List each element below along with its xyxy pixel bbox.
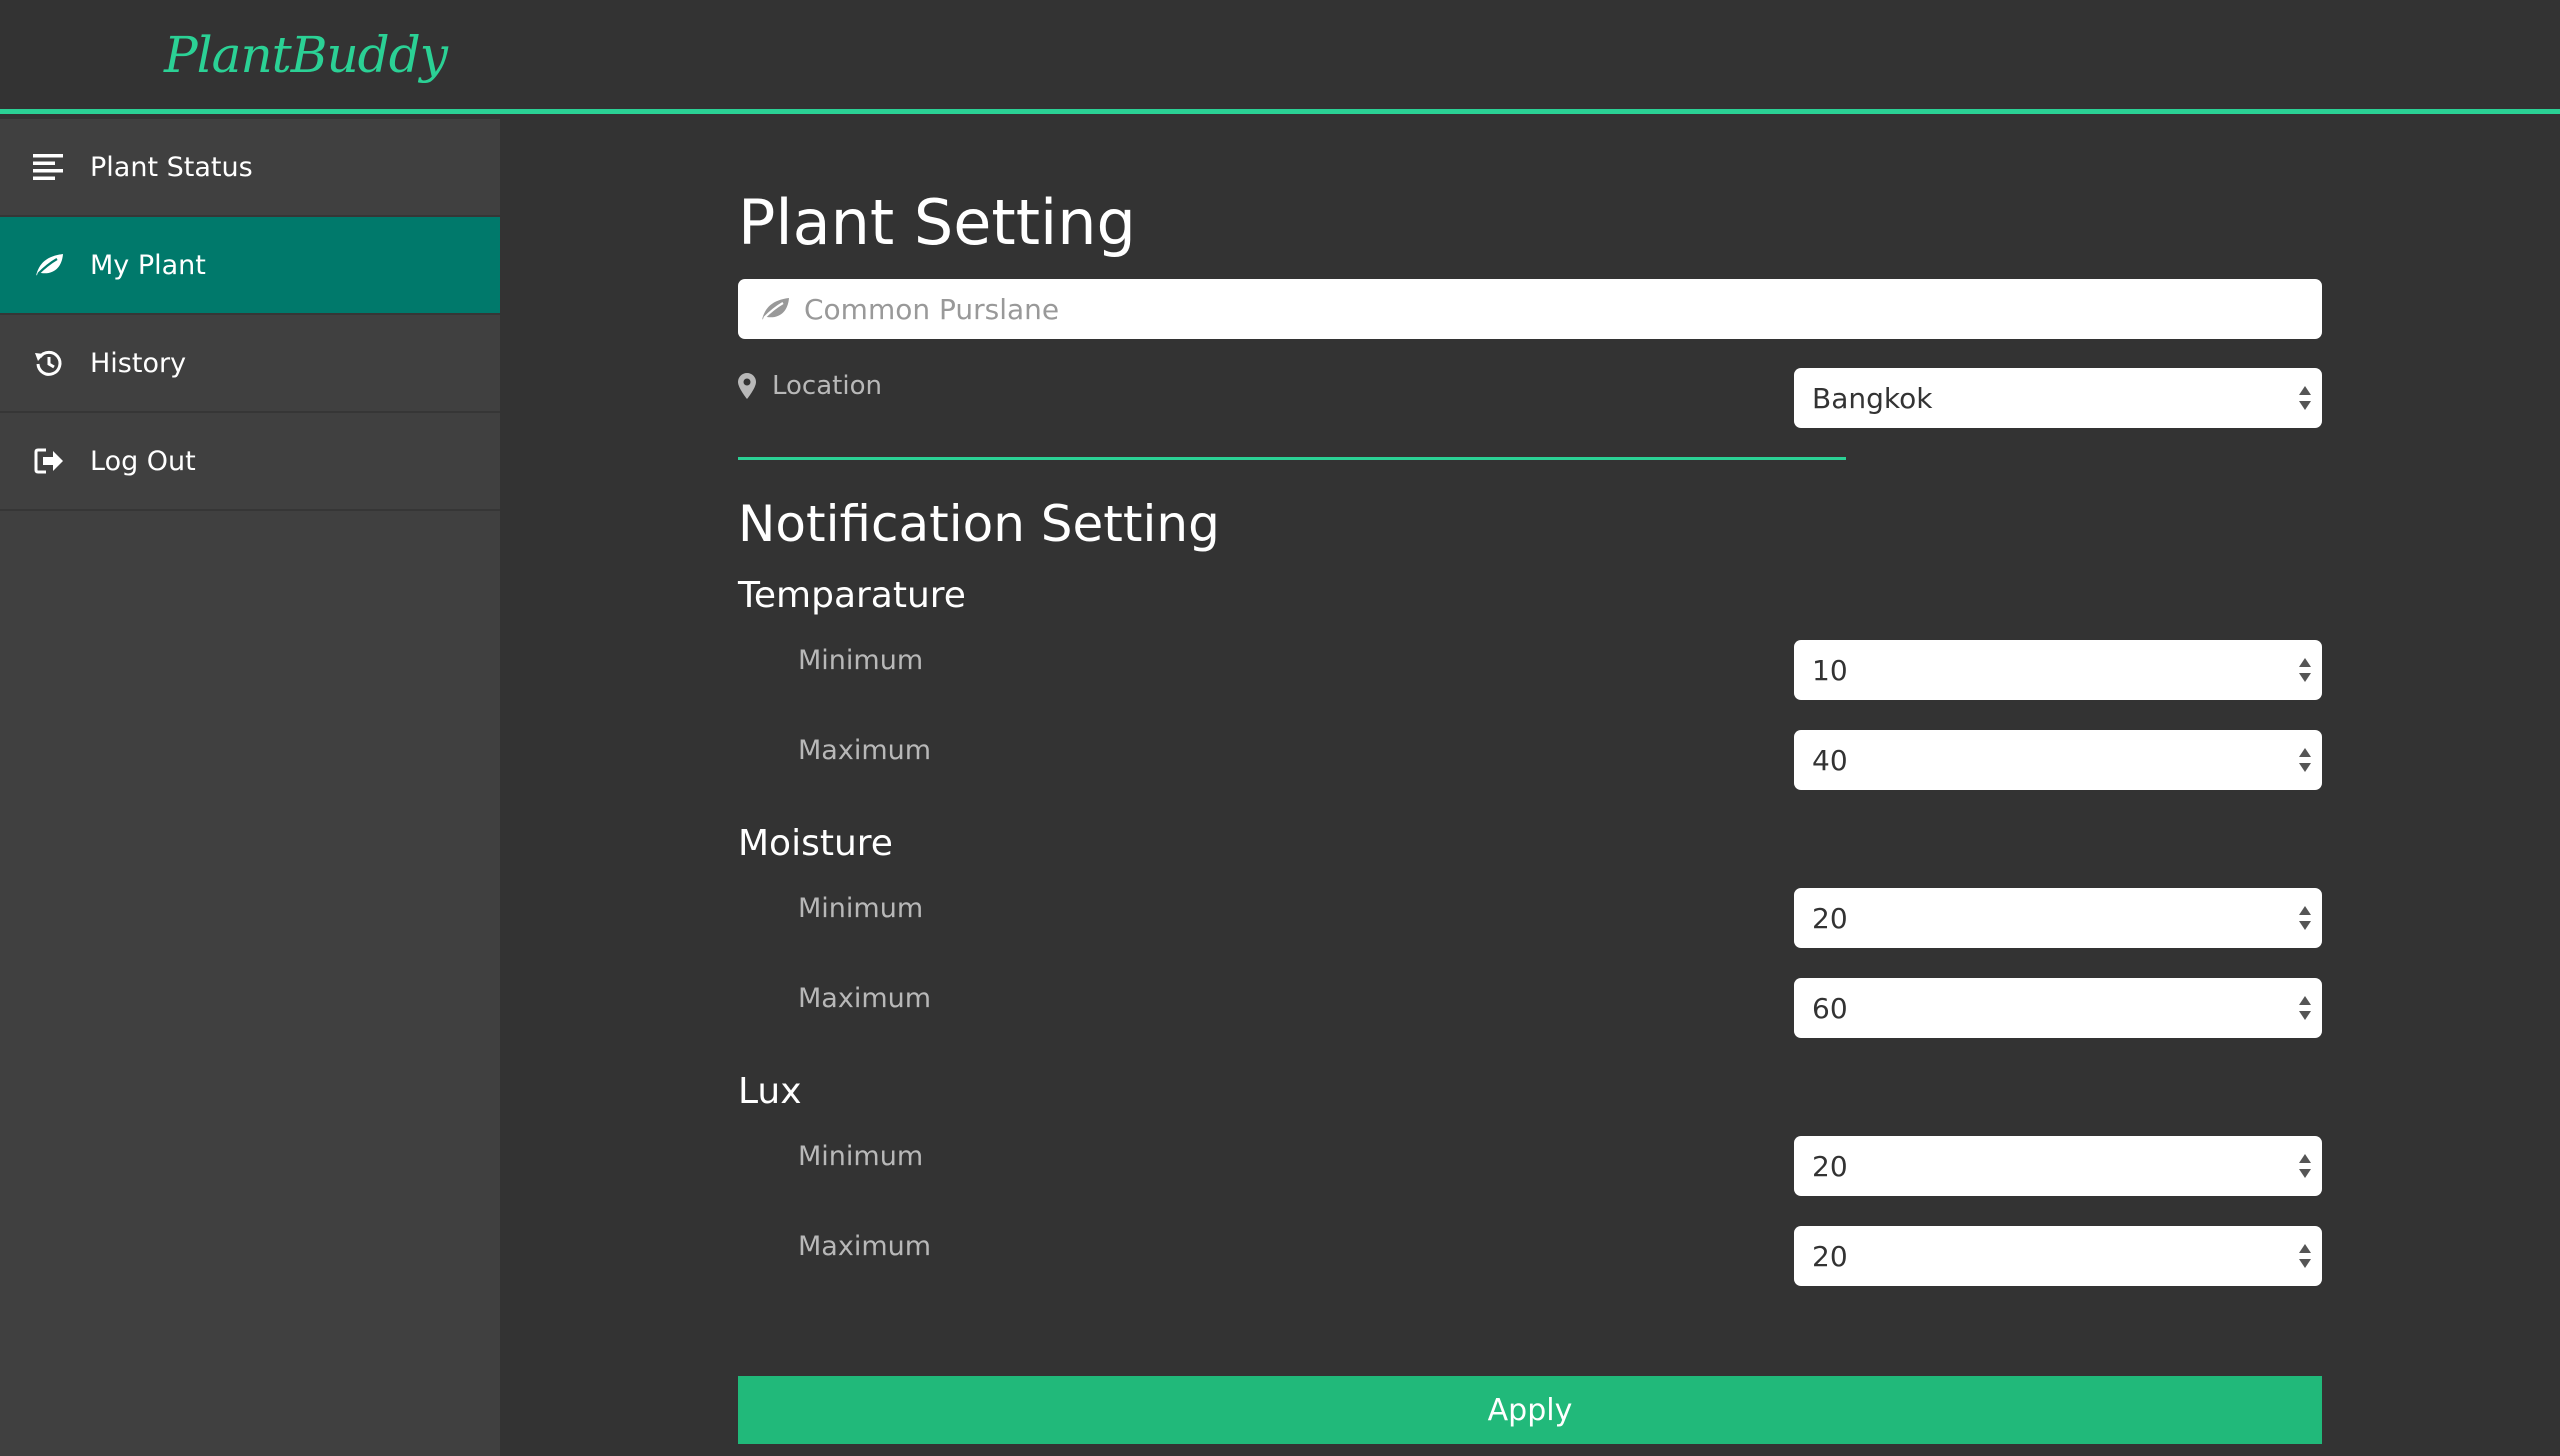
select-arrows-icon bbox=[2298, 1242, 2312, 1270]
sidebar-item-label: My Plant bbox=[90, 249, 206, 281]
select-arrows-icon bbox=[2298, 384, 2312, 412]
select-arrows-icon bbox=[2298, 656, 2312, 684]
lux-max-value: 20 bbox=[1812, 1239, 1848, 1273]
moisture-max-label: Maximum bbox=[798, 983, 932, 1014]
apply-button[interactable]: Apply bbox=[738, 1376, 2322, 1444]
top-bar: PlantBuddy bbox=[0, 0, 2560, 114]
section-divider bbox=[738, 457, 1846, 460]
page-title: Plant Setting bbox=[738, 186, 1136, 259]
plant-name-value: Common Purslane bbox=[804, 292, 1060, 326]
temperature-heading: Temparature bbox=[738, 575, 966, 616]
lux-min-select[interactable]: 20 bbox=[1794, 1136, 2322, 1196]
select-arrows-icon bbox=[2298, 746, 2312, 774]
moisture-min-label: Minimum bbox=[798, 893, 924, 924]
select-arrows-icon bbox=[2298, 1152, 2312, 1180]
sidebar-item-my-plant[interactable]: My Plant bbox=[0, 217, 500, 315]
sidebar-item-label: Log Out bbox=[90, 445, 196, 477]
location-select-value: Bangkok bbox=[1812, 381, 1933, 415]
sidebar-item-plant-status[interactable]: Plant Status bbox=[0, 119, 500, 217]
moisture-min-select[interactable]: 20 bbox=[1794, 888, 2322, 948]
lux-min-label: Minimum bbox=[798, 1141, 924, 1172]
history-icon bbox=[32, 346, 66, 380]
sidebar-item-log-out[interactable]: Log Out bbox=[0, 413, 500, 511]
leaf-icon bbox=[32, 248, 66, 282]
lux-heading: Lux bbox=[738, 1071, 802, 1112]
lux-max-label: Maximum bbox=[798, 1231, 932, 1262]
temperature-min-label: Minimum bbox=[798, 645, 924, 676]
sidebar-item-label: Plant Status bbox=[90, 151, 253, 183]
main-content: Plant Setting Common Purslane Location B… bbox=[500, 119, 2560, 1456]
moisture-heading: Moisture bbox=[738, 823, 893, 864]
map-marker-icon bbox=[738, 371, 760, 401]
align-left-icon bbox=[32, 150, 66, 184]
location-label: Location bbox=[738, 371, 882, 401]
notification-setting-title: Notification Setting bbox=[738, 495, 1220, 553]
lux-max-select[interactable]: 20 bbox=[1794, 1226, 2322, 1286]
moisture-min-value: 20 bbox=[1812, 901, 1848, 935]
moisture-max-select[interactable]: 60 bbox=[1794, 978, 2322, 1038]
plant-name-field[interactable]: Common Purslane bbox=[738, 279, 2322, 339]
select-arrows-icon bbox=[2298, 904, 2312, 932]
sidebar-item-label: History bbox=[90, 347, 187, 379]
location-label-text: Location bbox=[772, 371, 882, 401]
leaf-icon bbox=[758, 292, 792, 326]
sign-out-icon bbox=[32, 444, 66, 478]
temperature-max-label: Maximum bbox=[798, 735, 932, 766]
moisture-max-value: 60 bbox=[1812, 991, 1848, 1025]
sidebar-item-history[interactable]: History bbox=[0, 315, 500, 413]
lux-min-value: 20 bbox=[1812, 1149, 1848, 1183]
temperature-max-select[interactable]: 40 bbox=[1794, 730, 2322, 790]
temperature-max-value: 40 bbox=[1812, 743, 1848, 777]
select-arrows-icon bbox=[2298, 994, 2312, 1022]
plantbuddy-logo[interactable]: PlantBuddy bbox=[164, 26, 448, 84]
location-select[interactable]: Bangkok bbox=[1794, 368, 2322, 428]
temperature-min-select[interactable]: 10 bbox=[1794, 640, 2322, 700]
sidebar: Plant Status My Plant History Log Out bbox=[0, 119, 500, 1456]
temperature-min-value: 10 bbox=[1812, 653, 1848, 687]
